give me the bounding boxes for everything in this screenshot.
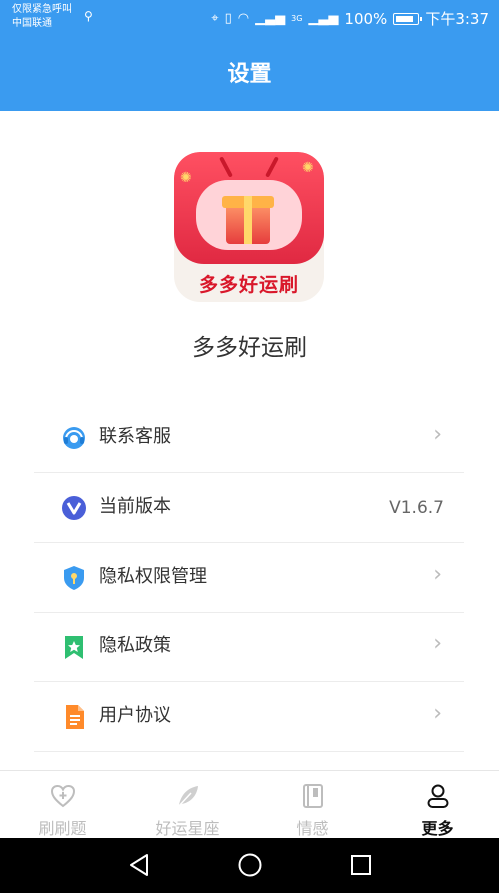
menu-label-privacy-permissions: 隐私权限管理 xyxy=(99,566,207,587)
battery-icon xyxy=(393,12,423,25)
battery-percent: 100% xyxy=(344,9,388,28)
tab-practice[interactable]: 刷刷题 xyxy=(0,771,125,839)
menu-label-contact: 联系客服 xyxy=(99,426,171,447)
wifi-icon: ◠ xyxy=(237,11,250,26)
tab-label: 情感 xyxy=(296,819,329,838)
tab-label: 好运星座 xyxy=(155,819,220,838)
menu-item-version[interactable]: 当前版本 V1.6.7 xyxy=(34,473,464,543)
tab-label: 更多 xyxy=(421,819,454,838)
bookmark-star-icon xyxy=(65,636,83,659)
home-icon[interactable] xyxy=(237,852,263,878)
menu-label-user-agreement: 用户协议 xyxy=(99,705,171,726)
vibrate-icon: ▯ xyxy=(224,11,232,26)
document-icon xyxy=(66,705,84,729)
bottom-tab-bar: 刷刷题 好运星座 情感 更多 xyxy=(0,770,499,839)
signal-icon-2: ▁▃▅ xyxy=(308,11,339,26)
chevron-right-icon: › xyxy=(433,631,442,656)
app-logo: ✺ ✺ 多多好运刷 xyxy=(174,152,324,302)
network-type: 3G xyxy=(291,14,303,23)
notebook-icon xyxy=(303,784,323,808)
chevron-right-icon: › xyxy=(433,422,442,447)
menu-item-privacy-policy[interactable]: 隐私政策 › xyxy=(34,612,464,682)
status-right: ⌖ ▯ ◠ ▁▃▅ 3G ▁▃▅ 100% 下午3:37 xyxy=(211,8,489,29)
tab-horoscope[interactable]: 好运星座 xyxy=(125,771,250,839)
privacy-shield-icon xyxy=(64,566,84,590)
app-name: 多多好运刷 xyxy=(192,335,307,361)
carrier-text: 中国联通 xyxy=(12,18,52,29)
menu-label-privacy-policy: 隐私政策 xyxy=(99,635,171,656)
menu-item-contact[interactable]: 联系客服 › xyxy=(34,403,464,473)
location-icon: ⌖ xyxy=(211,11,219,26)
chevron-right-icon: › xyxy=(433,562,442,587)
usb-icon: ⚲ xyxy=(84,9,93,23)
logo-text: 多多好运刷 xyxy=(198,274,299,296)
system-navigation-bar xyxy=(0,838,499,893)
chevron-right-icon: › xyxy=(433,701,442,726)
menu-item-user-agreement[interactable]: 用户协议 › xyxy=(34,682,464,752)
version-value: V1.6.7 xyxy=(389,498,444,518)
status-time: 下午3:37 xyxy=(425,10,489,28)
user-icon xyxy=(427,784,449,808)
tab-emotion[interactable]: 情感 xyxy=(250,771,375,839)
version-icon xyxy=(62,496,86,520)
tab-more[interactable]: 更多 xyxy=(375,771,499,839)
signal-icon: ▁▃▅ xyxy=(255,11,286,26)
menu-item-privacy-permissions[interactable]: 隐私权限管理 › xyxy=(34,543,464,613)
customer-service-icon xyxy=(63,427,85,449)
firework-icon: ✺ xyxy=(180,170,192,186)
tab-label: 刷刷题 xyxy=(38,819,87,838)
menu-label-version: 当前版本 xyxy=(99,496,171,517)
back-icon[interactable] xyxy=(127,852,151,878)
page-title: 设置 xyxy=(227,62,272,87)
recents-icon[interactable] xyxy=(349,852,373,878)
app-header: 仅限紧急呼叫 中国联通 ⚲ ⌖ ▯ ◠ ▁▃▅ 3G ▁▃▅ 100% 下午3:… xyxy=(0,0,499,111)
emergency-text: 仅限紧急呼叫 xyxy=(12,4,72,15)
gift-band xyxy=(244,196,252,244)
status-bar: 仅限紧急呼叫 中国联通 ⚲ ⌖ ▯ ◠ ▁▃▅ 3G ▁▃▅ 100% 下午3:… xyxy=(0,0,499,36)
heart-plus-icon xyxy=(50,784,76,808)
status-left: 仅限紧急呼叫 中国联通 xyxy=(12,3,72,31)
firework-icon: ✺ xyxy=(302,160,314,176)
feather-icon xyxy=(177,786,198,808)
